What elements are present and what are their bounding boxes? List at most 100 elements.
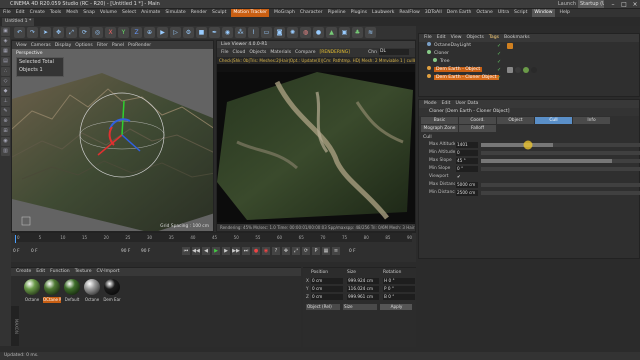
maximize-icon[interactable]: □ [619, 0, 629, 9]
size-mode-select[interactable]: Size [343, 304, 377, 310]
keyframe-selection-icon[interactable]: ? [272, 247, 280, 255]
material-tag-icon[interactable] [523, 67, 529, 73]
rotation-field[interactable]: H 0 ° [383, 278, 415, 284]
menu-animate[interactable]: Animate [141, 9, 160, 17]
menu-tools[interactable]: Tools [50, 9, 61, 17]
rotate-icon[interactable]: ⟳ [79, 27, 90, 38]
menu-volume[interactable]: Volume [100, 9, 117, 17]
apply-button[interactable]: Apply [380, 304, 412, 310]
param-slider[interactable] [481, 151, 640, 155]
redo-icon[interactable]: ↷ [27, 27, 38, 38]
laubwerk-icon[interactable]: ♣ [352, 27, 363, 38]
param-slider[interactable] [481, 167, 640, 171]
position-key-icon[interactable]: ✥ [282, 247, 290, 255]
timeline-ruler[interactable]: 0 5 10 15 20 25 30 35 40 45 50 55 60 65 70 75 80 85 90 [15, 233, 412, 242]
render-view-icon[interactable]: ▶ [157, 27, 168, 38]
viewport-menu-filter[interactable]: Filter [97, 43, 108, 48]
menu-dem-earth[interactable]: Dem Earth [447, 9, 472, 17]
visibility-check-icon[interactable]: ✓ [497, 50, 501, 58]
deformer-icon[interactable]: ⌇ [248, 27, 259, 38]
menu-snap[interactable]: Snap [83, 9, 95, 17]
object-menu-bookmarks[interactable]: Bookmarks [504, 34, 530, 42]
material-menu-create[interactable]: Create [16, 268, 31, 276]
menu-ultra[interactable]: Ultra [498, 9, 509, 17]
end-frame-field[interactable]: 90 F [121, 249, 141, 254]
playhead[interactable] [15, 235, 16, 243]
position-field[interactable]: 0 cm [311, 294, 343, 300]
recent-tool-icon[interactable]: ◎ [92, 27, 103, 38]
workplane-icon[interactable]: ▤ [1, 57, 10, 66]
coordinate-system-icon[interactable]: ⊕ [144, 27, 155, 38]
material-swatch[interactable]: Default [63, 279, 81, 303]
menu-motion-tracker[interactable]: Motion Tracker [231, 9, 270, 17]
attr-menu-edit[interactable]: Edit [442, 100, 451, 108]
layout-dropdown[interactable]: Startup (User) [578, 0, 604, 8]
texture-mode-icon[interactable]: ▦ [1, 47, 10, 56]
material-swatch[interactable]: Octane [83, 279, 101, 303]
visibility-check-icon[interactable]: ✓ [497, 66, 501, 74]
menu-simulate[interactable]: Simulate [165, 9, 185, 17]
start-frame-field[interactable]: 0 F [13, 249, 31, 254]
scale-key-icon[interactable]: ⤢ [292, 247, 300, 255]
menu-file[interactable]: File [3, 9, 11, 17]
workplane-lock-icon[interactable]: ⊞ [1, 127, 10, 136]
timeline-menu-icon[interactable]: ≡ [332, 247, 340, 255]
pla-key-icon[interactable]: ▦ [322, 247, 330, 255]
param-slider[interactable] [481, 183, 640, 187]
param-slider[interactable] [481, 191, 640, 195]
camera-icon[interactable]: ◙ [274, 27, 285, 38]
live-viewer-menu-materials[interactable]: Materials [270, 49, 291, 57]
prev-frame-icon[interactable]: ◀ [202, 247, 210, 255]
x-axis-icon[interactable]: X [105, 27, 116, 38]
menu-octane[interactable]: Octane [476, 9, 493, 17]
viewport-menu-view[interactable]: View [16, 43, 27, 48]
viewport-menu-display[interactable]: Display [55, 43, 72, 48]
viewport-menu-cameras[interactable]: Cameras [31, 43, 51, 48]
tab-info[interactable]: Info [573, 117, 610, 124]
object-row[interactable]: Dem Earth - Object ✓ [419, 66, 639, 74]
goto-end-icon[interactable]: ⏭ [242, 247, 250, 255]
make-editable-icon[interactable]: ▣ [1, 27, 10, 36]
rotation-field[interactable]: B 0 ° [383, 294, 415, 300]
quantize-icon[interactable]: ▥ [1, 147, 10, 156]
move-icon[interactable]: ✥ [53, 27, 64, 38]
light-icon[interactable]: ✺ [287, 27, 298, 38]
realflow-icon[interactable]: ≋ [365, 27, 376, 38]
menu-mograph[interactable]: MoGraph [274, 9, 295, 17]
live-viewer-menu-rendering[interactable]: [RENDERING] [319, 49, 349, 57]
attr-menu-mode[interactable]: Mode [424, 100, 437, 108]
frame-field[interactable]: 0 F [349, 249, 356, 254]
menu-realflow[interactable]: RealFlow [399, 9, 419, 17]
material-tag-icon[interactable] [507, 43, 513, 49]
object-row[interactable]: Tree ✓ [419, 58, 639, 66]
object-menu-view[interactable]: View [451, 34, 462, 42]
live-viewer-menu-cloud[interactable]: Cloud [233, 49, 246, 57]
menu-3dtoall[interactable]: 3DToAll [425, 9, 442, 17]
y-axis-icon[interactable]: Y [118, 27, 129, 38]
live-viewer-menu-compare[interactable]: Compare [295, 49, 315, 57]
octane-icon[interactable]: ◍ [300, 27, 311, 38]
menu-edit[interactable]: Edit [16, 9, 25, 17]
document-tab[interactable]: Untitled 1 * [2, 18, 35, 26]
param-value-field[interactable]: ✔ [456, 174, 478, 180]
size-field[interactable]: 999.924 cm [347, 278, 379, 284]
menu-render[interactable]: Render [191, 9, 207, 17]
minimize-icon[interactable]: – [608, 0, 618, 9]
menu-create[interactable]: Create [30, 9, 45, 17]
tab-falloff[interactable]: Falloff [459, 125, 496, 132]
param-slider[interactable] [481, 159, 640, 163]
object-row[interactable]: OctaneDayLight ✓ [419, 42, 639, 50]
edges-mode-icon[interactable]: ◇ [1, 77, 10, 86]
live-select-icon[interactable]: ➤ [40, 27, 51, 38]
material-swatch[interactable]: Dem Ear [103, 279, 121, 303]
floor-icon[interactable]: ▭ [261, 27, 272, 38]
tab-basic[interactable]: Basic [421, 117, 458, 124]
preview-end-field[interactable]: 90 F [141, 249, 181, 254]
material-tag-icon[interactable] [507, 67, 513, 73]
viewport-menu-panel[interactable]: Panel [112, 43, 124, 48]
visibility-check-icon[interactable]: ✓ [497, 74, 501, 82]
coordinate-mode-select[interactable]: Object (Rel) [306, 304, 340, 310]
render-settings-icon[interactable]: ⚙ [183, 27, 194, 38]
menu-select[interactable]: Select [122, 9, 136, 17]
tweak-icon[interactable]: ✎ [1, 107, 10, 116]
